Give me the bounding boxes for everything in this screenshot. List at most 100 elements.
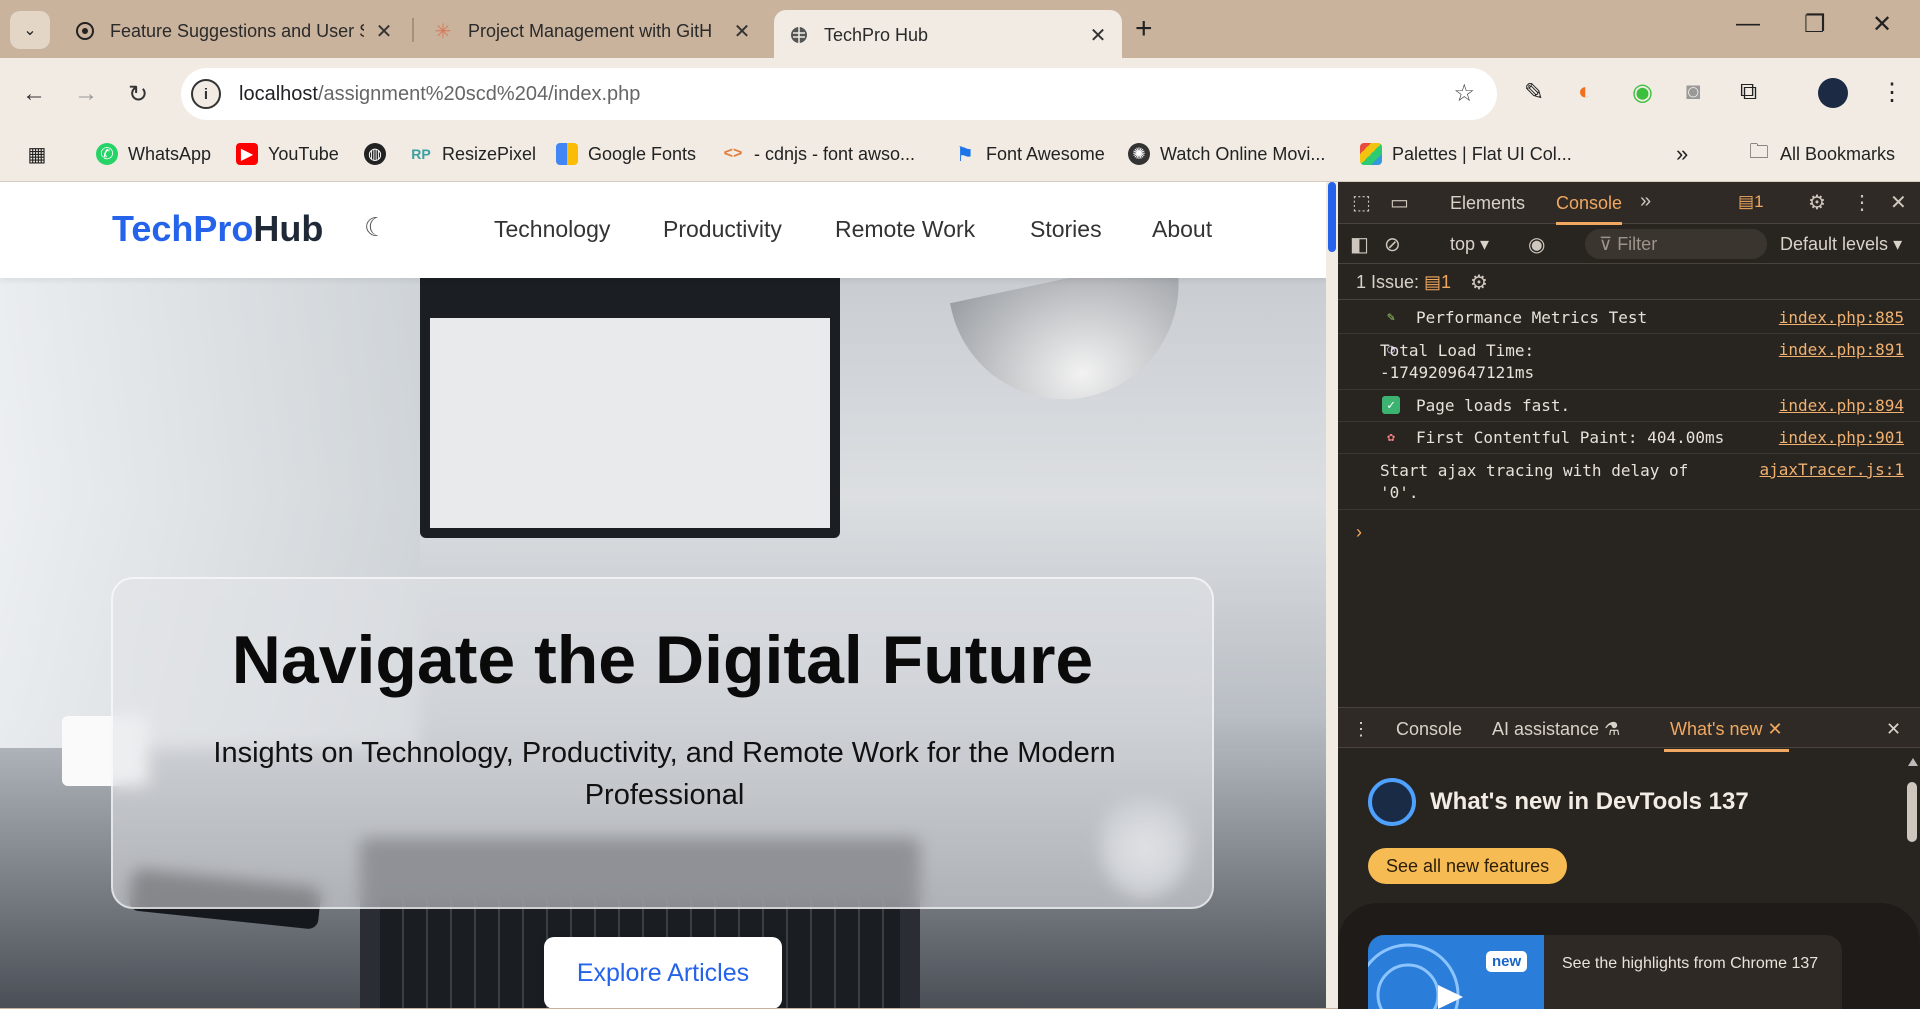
clear-console-icon[interactable]: ⊘ [1384,232,1401,257]
close-tab-icon[interactable]: ✕ [1768,719,1783,739]
scroll-up-arrow-icon[interactable] [1908,758,1918,766]
live-expression-eye-icon[interactable]: ◉ [1528,232,1545,257]
console-log-row[interactable]: ✎ Performance Metrics Test index.php:885 [1338,302,1920,334]
chevron-down-icon: ⌄ [23,22,37,39]
more-bookmarks-chevron-icon[interactable]: » [1676,140,1688,168]
nav-productivity[interactable]: Productivity [663,216,782,243]
extension-eye-icon[interactable]: ◉ [1632,78,1653,107]
bookmark-resizepixel[interactable]: RP ResizePixel [410,140,536,168]
drawer-menu-icon[interactable]: ⋮ [1352,719,1370,740]
tab-search-dropdown[interactable]: ⌄ [10,11,50,49]
bookmark-palettes[interactable]: Palettes | Flat UI Col... [1360,140,1572,168]
extension-orange-icon[interactable]: ◐ [1578,78,1593,106]
menu-kebab-icon[interactable]: ⋮ [1880,78,1904,107]
console-prompt-chevron-icon[interactable]: › [1356,522,1362,543]
see-all-features-button[interactable]: See all new features [1368,848,1568,884]
drawer-scrollbar-thumb[interactable] [1907,782,1917,842]
log-levels-dropdown[interactable]: Default levels ▾ [1780,234,1902,255]
devtools-drawer: ⋮ Console AI assistance ⚗ What's new ✕ ✕… [1338,707,1920,1009]
camera-icon[interactable]: ◙ [1686,78,1701,106]
console-log-row[interactable]: ✓ Page loads fast. index.php:894 [1338,390,1920,422]
close-tab-icon[interactable]: ✕ [1088,23,1108,48]
issues-label[interactable]: 1 Issue: [1356,272,1419,293]
close-drawer-icon[interactable]: ✕ [1886,719,1901,740]
youtube-icon: ▶ [236,143,258,165]
bookmark-youtube[interactable]: ▶ YouTube [236,140,339,168]
address-bar[interactable]: i localhost/assignment%20scd%204/index.p… [181,68,1497,120]
nav-about[interactable]: About [1152,216,1212,243]
drawer-tab-whats-new[interactable]: What's new ✕ [1664,719,1789,752]
log-source-link[interactable]: index.php:894 [1779,396,1904,415]
scrollbar-thumb[interactable] [1328,182,1336,252]
bookmark-font-awesome[interactable]: ⚑ Font Awesome [954,140,1105,168]
video-thumbnail[interactable]: new [1368,935,1544,1009]
site-logo[interactable]: TechProHub [112,208,323,250]
tab-techpro-hub[interactable]: TechPro Hub ✕ [774,10,1122,60]
drawer-scrollbar[interactable] [1906,758,1918,1008]
filter-placeholder: Filter [1617,234,1658,254]
restore-icon[interactable]: ❐ [1804,10,1826,39]
chrome-devtools-logo-icon [1368,778,1416,826]
bookmark-movies[interactable]: ✺ Watch Online Movi... [1128,140,1325,168]
drawer-tab-ai-assistance[interactable]: AI assistance ⚗ [1492,719,1620,740]
log-source-link[interactable]: index.php:901 [1779,428,1904,447]
highlights-card[interactable]: new See the highlights from Chrome 137 [1368,935,1842,1009]
log-source-link[interactable]: ajaxTracer.js:1 [1760,460,1905,479]
pencil-icon: ✎ [1387,309,1395,325]
log-source-link[interactable]: index.php:885 [1779,308,1904,327]
log-message: Total Load Time: -1749209647121ms [1380,341,1535,382]
close-devtools-icon[interactable]: ✕ [1890,190,1907,215]
issues-badge[interactable]: ▤1 [1738,192,1764,212]
console-log-row[interactable]: ◔ Total Load Time: -1749209647121ms inde… [1338,334,1920,390]
context-selector[interactable]: top ▾ [1450,234,1489,255]
back-icon[interactable]: ← [22,80,46,108]
url-text[interactable]: localhost/assignment%20scd%204/index.php [239,83,640,106]
forward-icon[interactable]: → [74,80,98,108]
reload-icon[interactable]: ↻ [128,80,148,109]
nav-technology[interactable]: Technology [494,216,610,243]
devtools-tabbar: ⬚ ▭ Elements Console » ▤1 ⚙ ⋮ ✕ [1338,182,1920,225]
console-filter-input[interactable]: ⊽ Filter [1585,229,1767,259]
new-tab-icon[interactable]: + [1135,12,1153,46]
close-window-icon[interactable]: ✕ [1872,10,1892,39]
device-toolbar-icon[interactable]: ▭ [1390,190,1409,215]
explore-articles-button[interactable]: Explore Articles [544,937,782,1008]
claude-icon: ✳ [434,20,452,43]
bookmark-google-fonts[interactable]: Google Fonts [556,140,696,168]
nav-remote-work[interactable]: Remote Work [835,216,975,243]
issues-count[interactable]: ▤1 [1424,272,1451,293]
nav-stories[interactable]: Stories [1030,216,1102,243]
profile-avatar[interactable] [1818,78,1848,108]
close-tab-icon[interactable]: ✕ [374,19,394,44]
site-info-icon[interactable]: i [191,79,221,109]
all-bookmarks[interactable]: 🗀 All Bookmarks [1748,140,1895,168]
settings-gear-icon[interactable]: ⚙ [1808,190,1826,215]
page-scrollbar[interactable] [1326,182,1338,1008]
bookmark-whatsapp[interactable]: ✆ WhatsApp [96,140,211,168]
tab-feature-suggestions[interactable]: Feature Suggestions and User S ✕ [60,10,408,52]
bookmark-label: ResizePixel [442,143,537,164]
console-log-row[interactable]: ✿ First Contentful Paint: 404.00ms index… [1338,422,1920,454]
inspect-element-icon[interactable]: ⬚ [1352,190,1371,215]
console-settings-gear-icon[interactable]: ⚙ [1470,270,1488,295]
devtools-tab-console[interactable]: Console [1556,193,1623,225]
hero-card: Navigate the Digital Future Insights on … [111,577,1214,909]
apps-grid-icon[interactable]: ▦ [26,140,58,168]
bookmark-globe[interactable]: ◍ [364,140,396,168]
close-tab-icon[interactable]: ✕ [732,19,752,44]
bookmark-cdnjs[interactable]: <> - cdnjs - font awso... [722,140,915,168]
hero-subtitle: Insights on Technology, Productivity, an… [213,737,1116,811]
extensions-puzzle-icon[interactable]: ⧉ [1740,78,1757,106]
sidebar-toggle-icon[interactable]: ◧ [1350,232,1369,257]
devtools-menu-icon[interactable]: ⋮ [1852,190,1872,215]
console-log-row[interactable]: Start ajax tracing with delay of '0'. aj… [1338,454,1920,510]
more-tabs-chevron-icon[interactable]: » [1640,190,1651,213]
log-source-link[interactable]: index.php:891 [1779,340,1904,359]
drawer-tab-console[interactable]: Console [1396,719,1462,740]
tab-project-management[interactable]: ✳ Project Management with GitH ✕ [418,10,766,52]
bookmark-star-icon[interactable]: ☆ [1453,79,1475,108]
devtools-tab-elements[interactable]: Elements [1450,193,1525,214]
color-picker-icon[interactable]: ✎ [1524,78,1544,107]
minimize-icon[interactable]: — [1736,10,1760,38]
dark-mode-moon-icon[interactable]: ☾ [364,212,387,243]
